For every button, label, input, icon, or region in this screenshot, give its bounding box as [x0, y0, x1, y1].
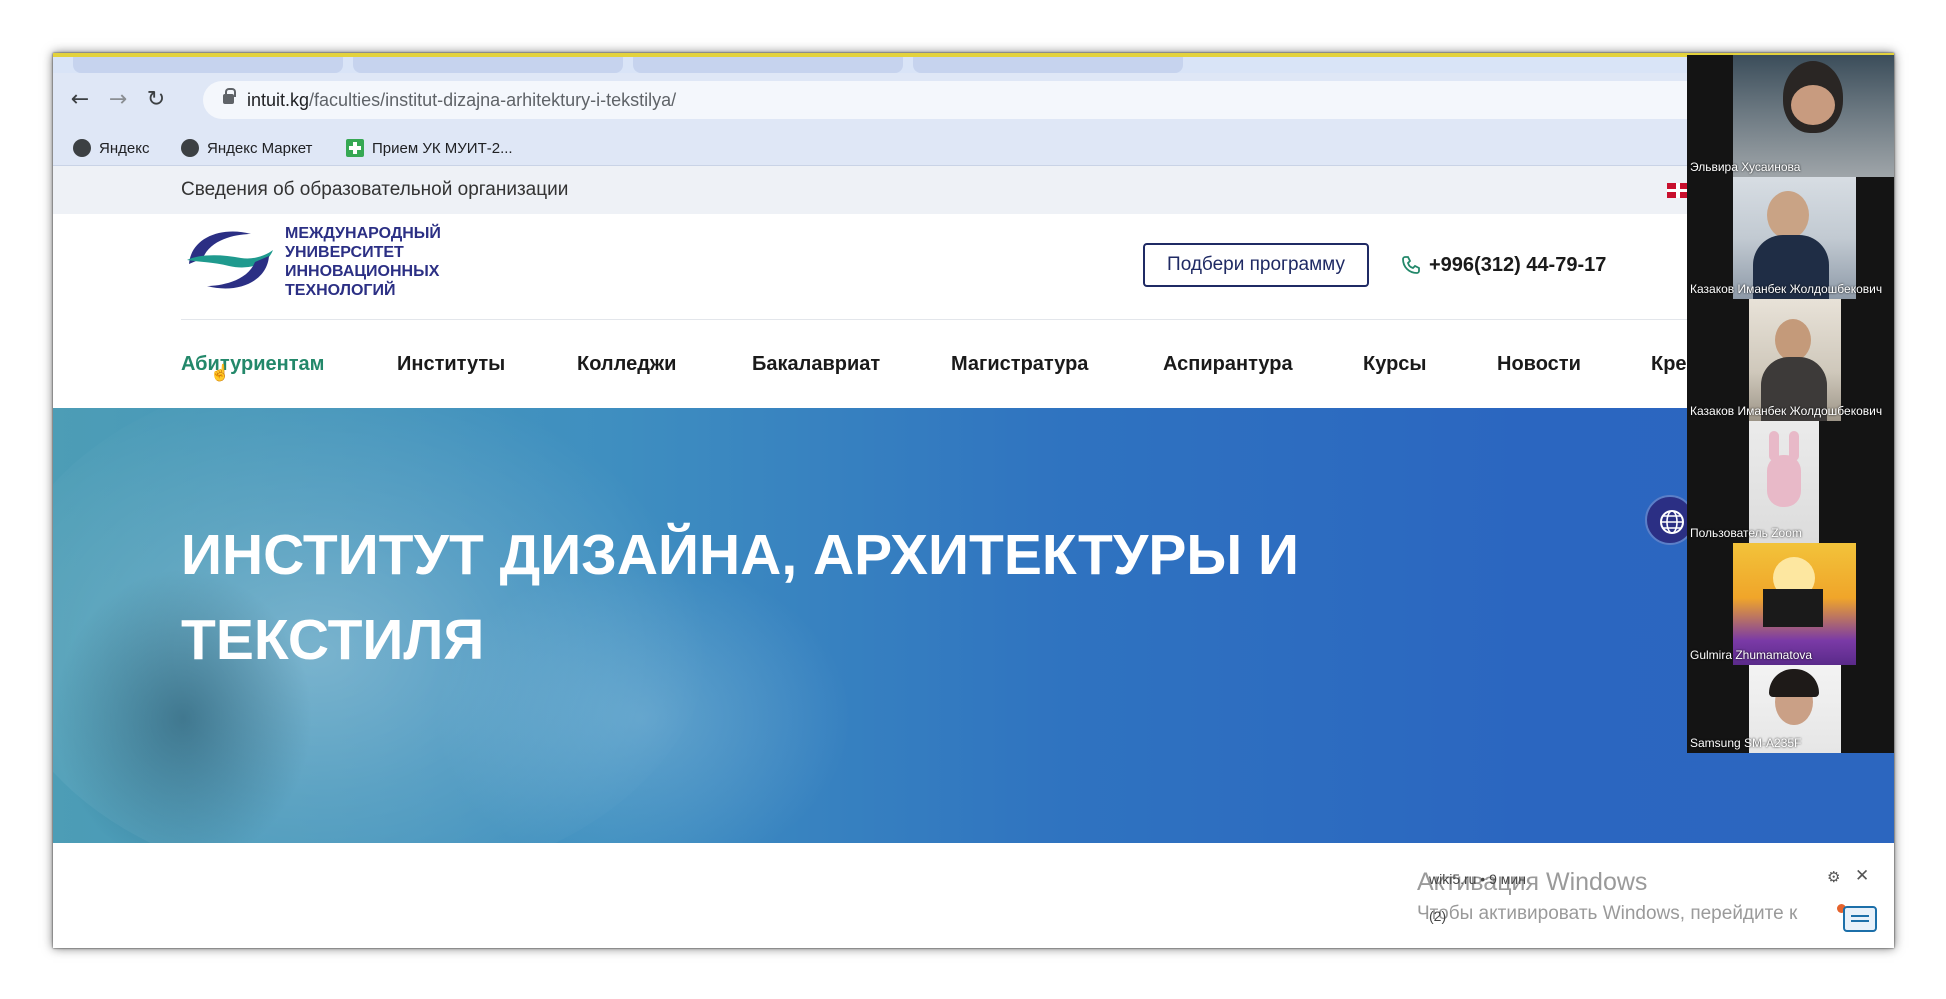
nav-item-colleges[interactable]: Колледжи [577, 320, 676, 408]
browser-tab[interactable] [633, 57, 903, 73]
globe-icon [1660, 510, 1684, 534]
participant-name: Эльвира Хусаинова [1690, 160, 1801, 174]
participant-tile[interactable]: Казаков Иманбек Жолдошбекович [1687, 177, 1894, 299]
lock-icon[interactable] [223, 88, 236, 104]
uk-flag-icon[interactable] [1667, 183, 1689, 198]
yandex-icon [73, 139, 91, 157]
top-info-bar: Сведения об образовательной организации [53, 166, 1894, 214]
participant-name: Казаков Иманбек Жолдошбекович [1690, 282, 1883, 296]
browser-tab[interactable] [73, 57, 343, 73]
nav-item-bachelor[interactable]: Бакалавриат [752, 320, 880, 408]
nav-item-institutes[interactable]: Институты [397, 320, 505, 408]
bookmarks-bar: Яндекс Яндекс Маркет Прием УК МУИТ-2... [53, 128, 1894, 166]
participant-tile[interactable]: Казаков Иманбек Жолдошбекович [1687, 299, 1894, 421]
nav-item-news[interactable]: Новости [1497, 320, 1581, 408]
bookmark-yandex[interactable]: Яндекс [73, 137, 149, 159]
org-info-link[interactable]: Сведения об образовательной организации [181, 166, 568, 214]
participant-tile[interactable]: Эльвира Хусаинова [1687, 55, 1894, 177]
page-title: ИНСТИТУТ ДИЗАЙНА, АРХИТЕКТУРЫ И ТЕКСТИЛЯ [181, 513, 1581, 683]
nav-item-master[interactable]: Магистратура [951, 320, 1088, 408]
participant-video [1733, 55, 1894, 177]
hero-banner: ИНСТИТУТ ДИЗАЙНА, АРХИТЕКТУРЫ И ТЕКСТИЛЯ [53, 408, 1894, 843]
logo-line: ИННОВАЦИОННЫХ [285, 263, 440, 280]
participant-video [1733, 177, 1856, 299]
plus-bookmark-icon [346, 139, 364, 157]
tab-strip [53, 53, 1894, 73]
phone-link[interactable]: +996(312) 44-79-17 [1401, 243, 1606, 287]
participant-video [1733, 543, 1856, 665]
bookmark-label: Яндекс [99, 139, 150, 157]
phone-number: +996(312) 44-79-17 [1429, 253, 1607, 276]
url-path: /faculties/institut-dizajna-arhitektury-… [309, 90, 677, 110]
yandex-market-icon [181, 139, 199, 157]
main-navigation: Абитуриентам Институты Колледжи Бакалавр… [53, 320, 1894, 408]
title-line: ИНСТИТУТ ДИЗАЙНА, АРХИТЕКТУРЫ И [181, 523, 1299, 587]
bookmark-priem[interactable]: Прием УК МУИТ-2... [346, 137, 513, 159]
participant-video [1749, 299, 1841, 421]
gear-icon[interactable]: ⚙ [1827, 868, 1840, 886]
participant-name: Samsung SM-A235F [1690, 736, 1802, 750]
participant-tile[interactable]: Пользователь Zoom [1687, 421, 1894, 543]
title-line: ТЕКСТИЛЯ [181, 608, 485, 672]
address-bar[interactable]: intuit.kg/faculties/institut-dizajna-arh… [203, 81, 1763, 119]
nav-item-applicants[interactable]: Абитуриентам [181, 320, 324, 408]
participant-name: Gulmira Zhumamatova [1690, 648, 1813, 662]
windows-activation-text: Чтобы активировать Windows, перейдите к [1417, 903, 1798, 924]
person-face [1775, 319, 1811, 361]
avatar-ear [1769, 431, 1779, 461]
choose-program-button[interactable]: Подбери программу [1143, 243, 1369, 287]
person-face [1767, 191, 1809, 239]
bookmark-label: Прием УК МУИТ-2... [372, 139, 513, 157]
avatar-toy [1767, 455, 1801, 507]
logo-line: УНИВЕРСИТЕТ [285, 244, 404, 261]
browser-tab[interactable] [913, 57, 1183, 73]
browser-toolbar: ← → ↻ intuit.kg/faculties/institut-dizaj… [53, 73, 1894, 128]
participant-tile[interactable]: Gulmira Zhumamatova [1687, 543, 1894, 665]
logo-line: МЕЖДУНАРОДНЫЙ [285, 225, 441, 242]
logo-line: ТЕХНОЛОГИЙ [285, 282, 396, 299]
message-count: (2) [1429, 908, 1447, 924]
university-logo-icon[interactable] [181, 224, 277, 296]
browser-tab[interactable] [353, 57, 623, 73]
zoom-gallery: Эльвира Хусаинова Казаков Иманбек Жолдош… [1687, 55, 1894, 753]
url-text[interactable]: intuit.kg/faculties/institut-dizajna-arh… [247, 81, 676, 119]
forward-arrow-icon[interactable]: → [103, 85, 133, 115]
university-name[interactable]: МЕЖДУНАРОДНЫЙ УНИВЕРСИТЕТ ИННОВАЦИОННЫХ … [285, 224, 441, 300]
system-overlay: Активация Windows Чтобы активировать Win… [1407, 866, 1894, 948]
reload-icon[interactable]: ↻ [141, 85, 171, 115]
chat-icon[interactable] [1843, 906, 1877, 932]
screen-share-window: ← → ↻ intuit.kg/faculties/institut-dizaj… [53, 53, 1894, 948]
phone-icon [1402, 256, 1420, 274]
download-notification[interactable]: wiki5.ru • 9 мин [1429, 871, 1526, 887]
person-face [1791, 85, 1835, 125]
bookmark-yandex-market[interactable]: Яндекс Маркет [181, 137, 312, 159]
bookmark-label: Яндекс Маркет [207, 139, 313, 157]
back-arrow-icon[interactable]: ← [65, 85, 95, 115]
participant-name: Пользователь Zoom [1690, 526, 1802, 540]
site-header: МЕЖДУНАРОДНЫЙ УНИВЕРСИТЕТ ИННОВАЦИОННЫХ … [53, 214, 1894, 319]
participant-video [1749, 421, 1819, 543]
nav-item-courses[interactable]: Курсы [1363, 320, 1427, 408]
participant-tile[interactable]: Samsung SM-A235F [1687, 665, 1894, 753]
figure-silhouette [1763, 589, 1823, 627]
participant-name: Казаков Иманбек Жолдошбекович [1690, 404, 1883, 418]
nav-item-postgraduate[interactable]: Аспирантура [1163, 320, 1293, 408]
nav-item-credit[interactable]: Кре [1651, 320, 1687, 408]
person-hair [1769, 669, 1819, 697]
desktop-background: ← → ↻ intuit.kg/faculties/institut-dizaj… [0, 0, 1946, 999]
avatar-ear [1789, 431, 1799, 461]
mouse-pointer-icon: ☝ [210, 365, 230, 382]
close-icon[interactable]: ✕ [1855, 866, 1869, 886]
url-host: intuit.kg [247, 90, 310, 110]
